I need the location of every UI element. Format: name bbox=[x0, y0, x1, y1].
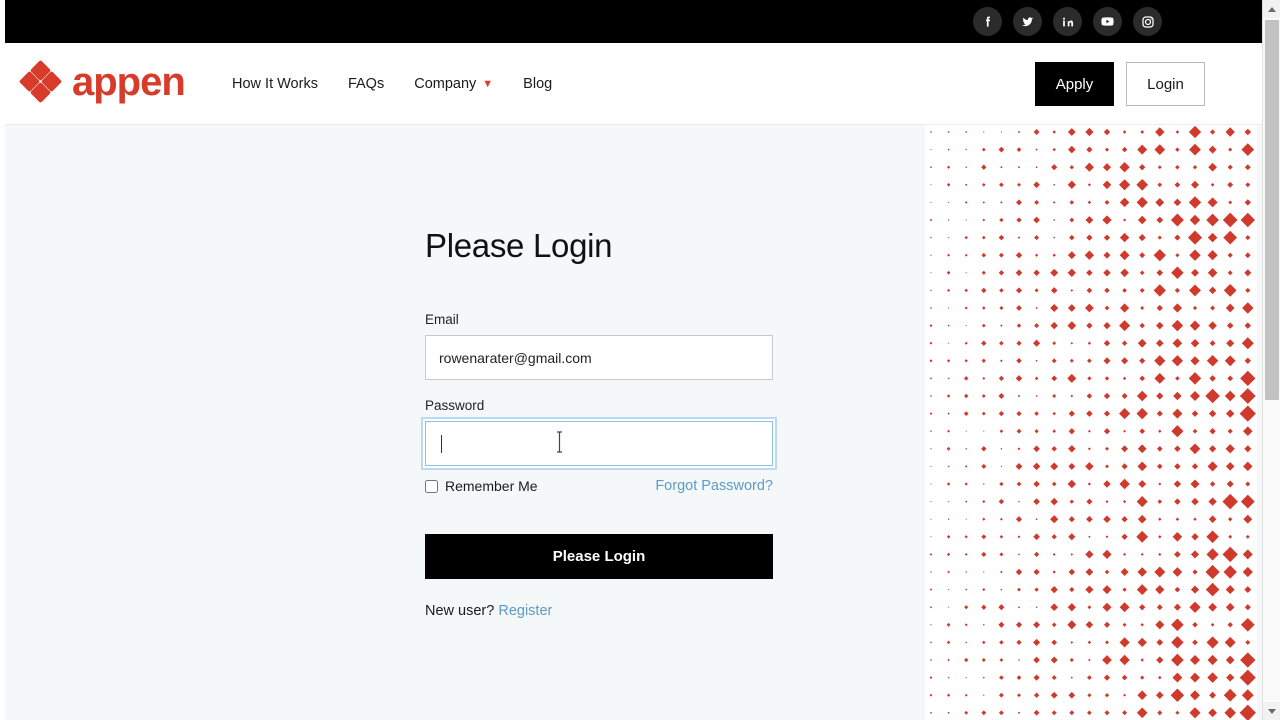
chevron-down-icon: ▼ bbox=[482, 77, 494, 90]
nav-item-blog[interactable]: Blog bbox=[523, 76, 552, 92]
nav-label: Blog bbox=[523, 76, 553, 92]
nav-label: FAQs bbox=[347, 76, 385, 92]
email-label: Email bbox=[425, 312, 459, 328]
linkedin-icon[interactable] bbox=[1053, 7, 1082, 36]
scrollbar-thumb[interactable] bbox=[1265, 20, 1279, 400]
browser-page: appen How It Works FAQs Company ▼ Blog A… bbox=[0, 0, 1280, 720]
site-header: appen How It Works FAQs Company ▼ Blog A… bbox=[5, 43, 1262, 125]
forgot-password-link[interactable]: Forgot Password? bbox=[655, 478, 773, 494]
login-button[interactable]: Login bbox=[1126, 62, 1205, 106]
nav-item-company[interactable]: Company ▼ bbox=[414, 76, 493, 92]
remember-me-label: Remember Me bbox=[445, 478, 538, 495]
main-navigation: How It Works FAQs Company ▼ Blog bbox=[232, 43, 552, 125]
register-link[interactable]: Register bbox=[498, 603, 552, 619]
header-actions: Apply Login bbox=[1035, 43, 1205, 125]
instagram-icon[interactable] bbox=[1133, 7, 1162, 36]
new-user-text: New user? bbox=[425, 603, 499, 620]
nav-label: How It Works bbox=[232, 76, 318, 92]
nav-item-how-it-works[interactable]: How It Works bbox=[232, 76, 318, 92]
scroll-up-arrow[interactable] bbox=[1263, 0, 1280, 18]
facebook-icon[interactable] bbox=[973, 7, 1002, 36]
submit-login-button[interactable]: Please Login bbox=[425, 534, 773, 580]
youtube-icon[interactable] bbox=[1093, 7, 1122, 36]
twitter-icon[interactable] bbox=[1013, 7, 1042, 36]
top-social-bar bbox=[0, 0, 1262, 43]
nav-item-faqs[interactable]: FAQs bbox=[348, 76, 384, 92]
appen-logo[interactable]: appen bbox=[18, 59, 186, 104]
login-form: Please Login Email Password Remember Me … bbox=[421, 227, 777, 619]
nav-label: Company bbox=[414, 76, 477, 92]
password-field-wrapper bbox=[421, 417, 777, 471]
remember-me-checkbox[interactable] bbox=[425, 479, 438, 493]
social-icon-group bbox=[973, 0, 1162, 43]
decorative-diamond-pattern bbox=[925, 125, 1257, 720]
vertical-scrollbar[interactable] bbox=[1262, 0, 1280, 720]
page-title: Please Login bbox=[425, 227, 613, 264]
diamond-cluster-icon bbox=[18, 59, 63, 104]
left-gutter bbox=[0, 0, 5, 720]
password-input[interactable] bbox=[425, 421, 773, 467]
text-caret bbox=[441, 435, 442, 454]
scroll-down-arrow[interactable] bbox=[1263, 702, 1280, 720]
form-options-row: Remember Me Forgot Password? bbox=[425, 478, 773, 494]
email-input[interactable] bbox=[425, 335, 773, 381]
password-label: Password bbox=[425, 398, 485, 414]
new-user-prompt: New user? Register bbox=[425, 603, 773, 619]
remember-me-option[interactable]: Remember Me bbox=[425, 478, 538, 494]
apply-button[interactable]: Apply bbox=[1035, 62, 1114, 106]
logo-wordmark: appen bbox=[72, 60, 186, 104]
